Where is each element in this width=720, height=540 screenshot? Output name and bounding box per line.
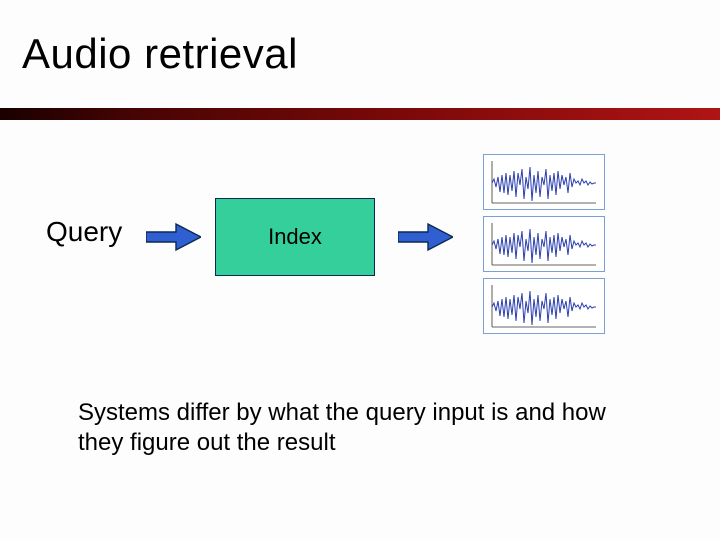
index-box: Index xyxy=(215,198,375,276)
arrow-icon xyxy=(146,222,201,252)
query-label: Query xyxy=(46,216,122,248)
waveform-thumbnail xyxy=(483,216,605,272)
slide: Audio retrieval Query Index Systems diff… xyxy=(0,0,720,540)
index-label: Index xyxy=(268,224,322,250)
slide-title: Audio retrieval xyxy=(22,30,298,78)
arrow-icon xyxy=(398,222,453,252)
waveform-thumbnail xyxy=(483,278,605,334)
title-underline xyxy=(0,108,720,120)
waveform-thumbnail xyxy=(483,154,605,210)
caption-text: Systems differ by what the query input i… xyxy=(78,398,610,458)
